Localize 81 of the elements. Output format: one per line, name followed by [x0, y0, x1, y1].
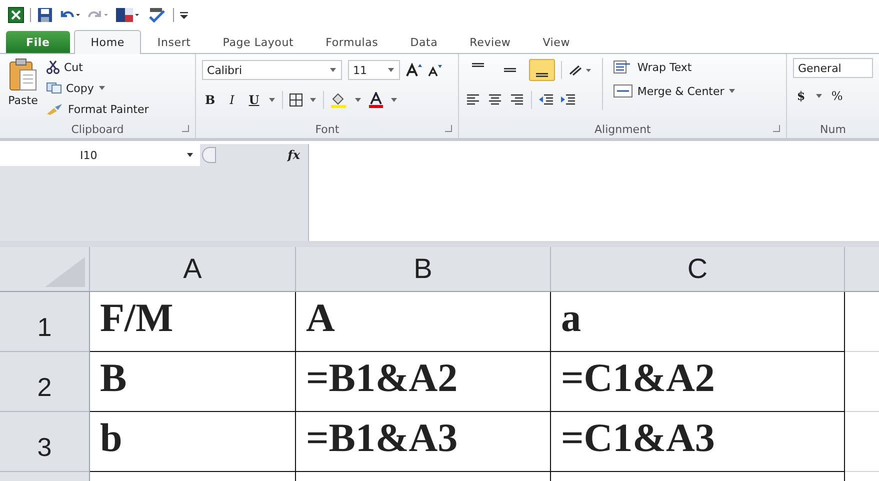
dialog-launcher-icon[interactable]	[773, 125, 780, 132]
row-header[interactable]: 2	[0, 352, 90, 412]
splitter-handle[interactable]	[202, 147, 216, 163]
font-color-icon[interactable]	[368, 92, 384, 108]
text-orientation-icon[interactable]	[568, 63, 592, 77]
column-header[interactable]: B	[296, 247, 551, 291]
ribbon-tab[interactable]: File	[6, 31, 70, 53]
table-cell: b	[90, 412, 296, 472]
caret-icon	[728, 88, 736, 94]
table-cell: =B1&A2	[296, 352, 551, 412]
ribbon-tab[interactable]: Data	[394, 31, 454, 53]
percent-button[interactable]: %	[829, 87, 846, 105]
ribbon-tab[interactable]: Review	[454, 31, 527, 53]
table-cell: =C1&A3	[551, 412, 845, 472]
paintbrush-icon	[46, 103, 64, 115]
wrap-text-button[interactable]: Wrap Text	[613, 58, 736, 76]
vertical-align-button[interactable]	[529, 59, 556, 81]
ribbon-tab[interactable]: Page Layout	[206, 31, 310, 53]
group-label: Clipboard	[71, 122, 124, 136]
caret-icon	[98, 85, 106, 91]
format-painter-button[interactable]: Format Painter	[46, 100, 149, 118]
name-box[interactable]: I10	[0, 144, 200, 166]
spelling-check-icon[interactable]	[147, 7, 167, 23]
dialog-launcher-icon[interactable]	[182, 125, 190, 132]
grow-font-icon[interactable]	[406, 63, 422, 77]
color-scheme-icon[interactable]	[115, 7, 141, 23]
dropdown-arrow-icon[interactable]	[309, 97, 318, 103]
table-cell: A	[296, 292, 551, 352]
underline-button[interactable]: U	[246, 91, 262, 109]
increase-indent-icon[interactable]	[560, 93, 576, 107]
copy-icon	[46, 82, 62, 94]
table-cell: =B1&A3	[296, 412, 551, 472]
excel-logo-icon[interactable]	[8, 7, 24, 23]
column-header[interactable]: A	[90, 247, 296, 291]
decrease-indent-icon[interactable]	[538, 93, 554, 107]
row-header[interactable]: 3	[0, 412, 90, 472]
fill-color-icon[interactable]	[330, 92, 348, 108]
copy-button[interactable]: Copy	[46, 79, 149, 97]
dropdown-arrow-icon[interactable]	[354, 97, 362, 103]
dropdown-arrow-icon[interactable]	[390, 97, 398, 103]
align-left-icon[interactable]	[465, 93, 482, 107]
group-label: Num	[820, 122, 846, 136]
row-header[interactable]: 1	[0, 292, 90, 352]
dropdown-arrow-icon[interactable]	[268, 97, 276, 103]
merge-center-button[interactable]: Merge & Center	[613, 82, 736, 100]
align-lines-icon	[472, 63, 484, 67]
number-format-field[interactable]: General	[793, 58, 874, 78]
align-lines-icon	[536, 73, 548, 77]
column-header[interactable]: C	[551, 247, 845, 291]
caret-icon	[329, 67, 338, 73]
font-size-field[interactable]: 11	[348, 60, 400, 80]
save-icon[interactable]	[37, 7, 53, 23]
font-name-field[interactable]: Calibri	[202, 60, 342, 80]
align-right-icon[interactable]	[509, 93, 526, 107]
table-cell: B	[90, 352, 296, 412]
group-label: Font	[315, 122, 340, 136]
ribbon-tab[interactable]: Home	[74, 30, 142, 54]
align-lines-icon	[504, 68, 516, 72]
align-center-icon[interactable]	[487, 93, 504, 107]
insert-function-button[interactable]: fx	[288, 148, 300, 162]
group-label: Alignment	[594, 122, 651, 136]
currency-button[interactable]: $	[793, 87, 810, 105]
table-cell: a	[551, 292, 845, 352]
dropdown-arrow-icon[interactable]	[815, 93, 824, 99]
ribbon-tab[interactable]: View	[526, 31, 586, 53]
table-cell: F/M	[90, 292, 296, 352]
ribbon-tab[interactable]: Formulas	[310, 31, 394, 53]
merge-cells-icon	[613, 84, 634, 98]
italic-button[interactable]: I	[224, 91, 240, 109]
borders-icon[interactable]	[289, 93, 304, 107]
paste-button[interactable]: Paste	[6, 58, 40, 120]
dialog-launcher-icon[interactable]	[445, 125, 452, 132]
table-cell: =C1&A2	[551, 352, 845, 412]
scissors-icon	[46, 60, 60, 74]
customize-menu-icon[interactable]	[180, 10, 188, 20]
bold-button[interactable]: B	[202, 91, 218, 109]
ribbon-tab[interactable]: Insert	[141, 31, 207, 53]
caret-icon	[387, 67, 396, 73]
cut-button[interactable]: Cut	[46, 58, 149, 76]
clipboard-icon	[8, 58, 38, 92]
shrink-font-icon[interactable]	[428, 63, 442, 77]
